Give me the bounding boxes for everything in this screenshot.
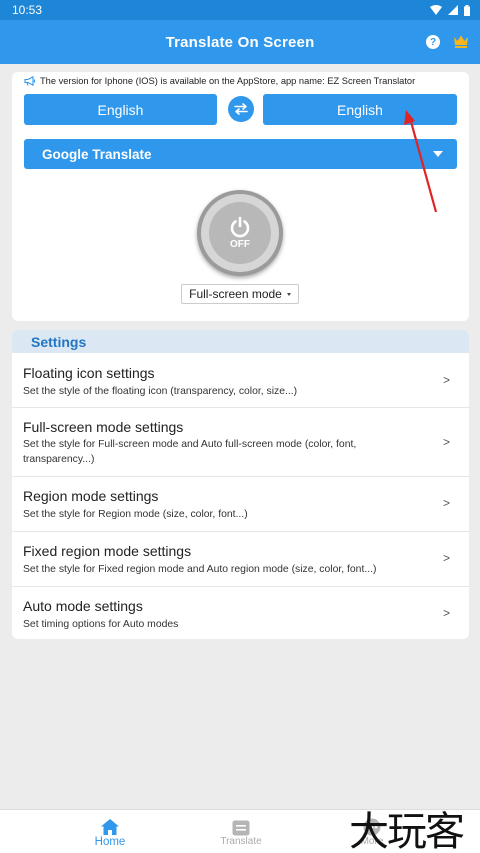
setting-item-region[interactable]: Region mode settings Set the style for R… (12, 477, 469, 532)
setting-item-title: Full-screen mode settings (23, 419, 184, 435)
chevron-right-icon: > (442, 496, 450, 510)
power-toggle-face: OFF (209, 202, 271, 264)
setting-item-desc: Set the style for Region mode (size, col… (23, 509, 248, 520)
setting-item-title: Floating icon settings (23, 365, 155, 381)
mode-select-label: Full-screen mode (189, 287, 282, 301)
crown-icon[interactable] (453, 34, 469, 48)
power-toggle-button[interactable]: OFF (197, 190, 283, 276)
setting-item-desc: Set the style for Full-screen mode and A… (23, 439, 357, 465)
setting-item-fixed-region[interactable]: Fixed region mode settings Set the style… (12, 532, 469, 587)
chevron-right-icon: > (442, 551, 450, 565)
wifi-icon (430, 5, 442, 15)
nav-item-home[interactable]: Home (93, 816, 127, 848)
nav-label: Home (94, 836, 126, 848)
settings-header: Settings (12, 330, 469, 353)
battery-icon (464, 4, 470, 16)
power-toggle-ring: OFF (201, 194, 279, 272)
status-bar: 10:53 (0, 0, 480, 20)
setting-item-full-screen[interactable]: Full-screen mode settings Set the style … (12, 408, 469, 477)
translate-icon (232, 816, 250, 836)
mode-select[interactable]: Full-screen mode (181, 284, 299, 304)
nav-item-translate[interactable]: Translate (219, 816, 263, 847)
translation-control-card: The version for Iphone (IOS) is availabl… (12, 72, 469, 321)
setting-item-title: Auto mode settings (23, 598, 143, 614)
settings-card: Settings Floating icon settings Set the … (12, 330, 469, 639)
ios-notice: The version for Iphone (IOS) is availabl… (24, 76, 415, 86)
setting-item-desc: Set the style of the floating icon (tran… (23, 386, 298, 397)
setting-item-desc: Set the style for Fixed region mode and … (23, 564, 377, 575)
chevron-right-icon: > (442, 373, 450, 387)
chevron-down-icon (433, 151, 443, 157)
watermark-logo: 大玩客 (349, 809, 465, 853)
help-icon[interactable]: ? (426, 35, 440, 49)
status-time: 10:53 (12, 3, 43, 17)
setting-item-floating-icon[interactable]: Floating icon settings Set the style of … (12, 353, 469, 408)
target-language-button[interactable]: English (263, 94, 457, 125)
power-state-label: OFF (230, 239, 250, 250)
ios-notice-text: The version for Iphone (IOS) is availabl… (40, 76, 416, 86)
app-bar: Translate On Screen ? (0, 20, 480, 64)
megaphone-icon (24, 76, 36, 86)
swap-icon (234, 103, 248, 115)
translation-engine-select[interactable]: Google Translate (24, 139, 457, 169)
chevron-right-icon: > (442, 606, 450, 620)
setting-item-desc: Set timing options for Auto modes (23, 619, 179, 630)
home-icon (100, 816, 120, 836)
swap-languages-button[interactable] (228, 96, 254, 122)
translation-engine-label: Google Translate (42, 146, 152, 162)
signal-icon (448, 5, 458, 15)
source-language-button[interactable]: English (24, 94, 217, 125)
status-icons (430, 4, 470, 16)
chevron-right-icon: > (442, 435, 450, 449)
setting-item-title: Fixed region mode settings (23, 543, 192, 559)
app-title: Translate On Screen (165, 33, 315, 51)
power-icon (230, 216, 250, 238)
setting-item-auto-mode[interactable]: Auto mode settings Set timing options fo… (12, 587, 469, 638)
chevron-down-icon (286, 292, 291, 296)
nav-label: Translate (220, 836, 262, 847)
setting-item-title: Region mode settings (23, 488, 159, 504)
